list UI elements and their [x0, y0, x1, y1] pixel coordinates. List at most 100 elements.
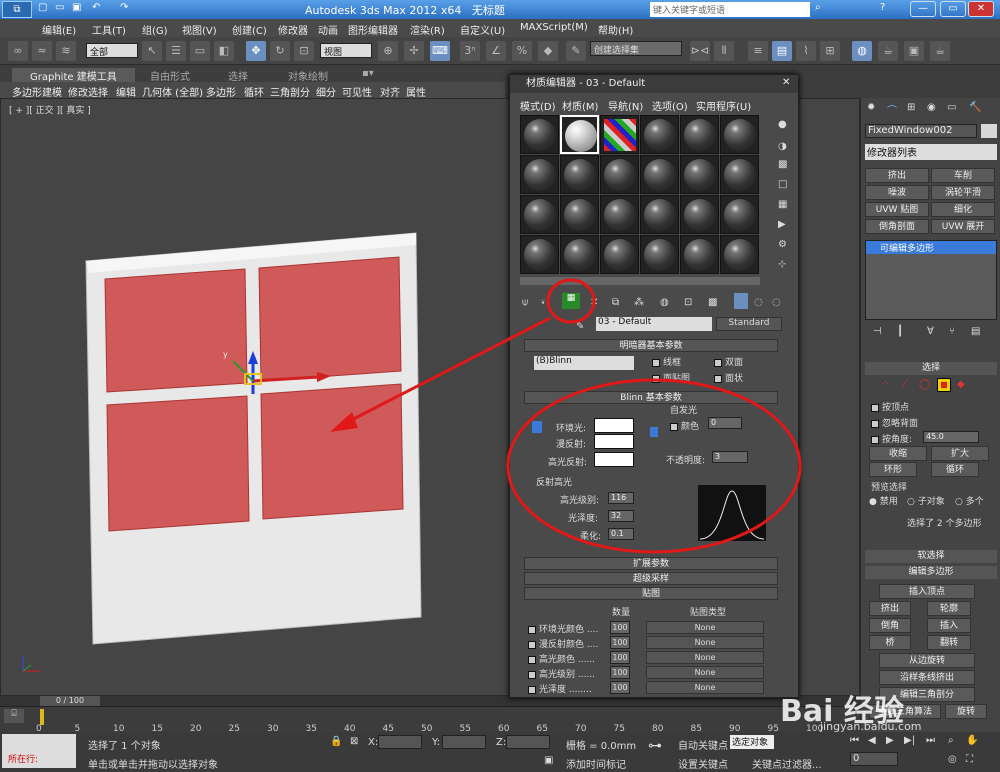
link-icon[interactable]: ∞	[8, 41, 28, 61]
reset-map-icon[interactable]: ✕	[590, 297, 598, 308]
redo-icon[interactable]: ↷	[120, 2, 128, 13]
selection-rollout-header[interactable]: 选择	[865, 362, 997, 375]
mod-unwrap-uvw-button[interactable]: UVW 展开	[931, 219, 995, 234]
show-end-result-icon[interactable]: ┃	[897, 326, 903, 337]
map-button[interactable]: None	[646, 651, 764, 664]
render-production-icon[interactable]: ☕	[930, 41, 950, 61]
unlink-icon[interactable]: ≈	[32, 41, 52, 61]
sample-slot[interactable]	[520, 155, 559, 194]
rendered-frame-icon[interactable]: ▣	[904, 41, 924, 61]
sample-slot[interactable]	[640, 115, 679, 154]
panel-visibility[interactable]: 可见性	[342, 84, 372, 99]
key-icon[interactable]: ⊶	[648, 738, 662, 754]
window-crossing-icon[interactable]: ◧	[214, 41, 234, 61]
tab-object-paint[interactable]: 对象绘制	[288, 68, 328, 83]
auto-key-button[interactable]: 自动关键点	[678, 737, 728, 752]
selected-dropdown[interactable]: 选定对象	[730, 735, 774, 749]
prev-frame-icon[interactable]: ◀	[868, 735, 876, 746]
make-copy-icon[interactable]: ⧉	[612, 297, 619, 308]
me-menu-navigation[interactable]: 导航(N)	[608, 98, 643, 113]
sample-slot[interactable]	[560, 195, 599, 234]
material-editor-icon[interactable]: ◍	[852, 41, 872, 61]
rect-selection-icon[interactable]: ▭	[190, 41, 210, 61]
show-map-icon[interactable]: ▩	[708, 297, 717, 308]
mod-bevel-profile-button[interactable]: 倒角剖面	[865, 219, 929, 234]
video-color-icon[interactable]: ▦	[778, 199, 787, 210]
panel-modify-selection[interactable]: 修改选择	[68, 84, 108, 99]
hierarchy-tab-icon[interactable]: ⊞	[907, 102, 915, 113]
map-button[interactable]: None	[646, 681, 764, 694]
grow-button[interactable]: 扩大	[931, 446, 989, 461]
keyboard-shortcut-icon[interactable]: ⌨	[430, 41, 450, 61]
sample-slot[interactable]	[680, 195, 719, 234]
app-logo-icon[interactable]: ⧉	[2, 1, 32, 18]
y-coord-input[interactable]	[442, 735, 486, 749]
face-map-checkbox[interactable]: 面贴图	[652, 371, 690, 384]
pan-icon[interactable]: ✋	[966, 735, 978, 746]
material-type-button[interactable]: Standard	[716, 317, 782, 331]
modify-tab-icon[interactable]: ⌒	[887, 102, 897, 117]
menu-tools[interactable]: 工具(T)	[92, 22, 126, 37]
lock-icon[interactable]: 🔒	[330, 736, 342, 747]
rotate-icon[interactable]: ↻	[270, 41, 290, 61]
percent-snap-icon[interactable]: %	[512, 41, 532, 61]
flip-button[interactable]: 翻转	[927, 635, 971, 650]
select-by-material-icon[interactable]: ⊹	[778, 259, 786, 270]
sample-slot[interactable]	[520, 195, 559, 234]
opacity-spinner[interactable]: 3	[712, 451, 748, 463]
orbit-icon[interactable]: ◎	[948, 754, 957, 765]
mod-extrude-button[interactable]: 挤出	[865, 168, 929, 183]
quick-save-icon[interactable]: ▣	[72, 2, 81, 13]
mod-lathe-button[interactable]: 车削	[931, 168, 995, 183]
sample-type-icon[interactable]: ●	[778, 119, 787, 130]
edit-named-sel-icon[interactable]: ✎	[566, 41, 586, 61]
zoom-icon[interactable]: ⌕	[948, 735, 954, 746]
sample-slot[interactable]	[520, 115, 559, 154]
mod-noise-button[interactable]: 噪波	[865, 185, 929, 200]
mod-tessellate-button[interactable]: 细化	[931, 202, 995, 217]
diffuse-color-swatch[interactable]	[594, 434, 634, 449]
preview-multi-radio[interactable]: ○ 多个	[955, 494, 984, 507]
object-name-field[interactable]: FixedWindow002	[865, 124, 977, 138]
scale-icon[interactable]: ⊡	[294, 41, 314, 61]
undo-icon[interactable]: ↶	[92, 2, 100, 13]
time-tag-icon[interactable]: ▣	[544, 755, 553, 766]
sample-uv-icon[interactable]: □	[778, 179, 787, 190]
make-unique-mat-icon[interactable]: ⁂	[634, 297, 644, 308]
search-input[interactable]: 键入关键字或短语	[650, 2, 810, 17]
curve-editor-icon[interactable]: ⌇	[796, 41, 816, 61]
pin-stack-icon[interactable]: ⊣	[873, 326, 882, 337]
go-end-icon[interactable]: ⏭	[926, 735, 935, 746]
menu-edit[interactable]: 编辑(E)	[42, 22, 76, 37]
minimize-button[interactable]: —	[910, 1, 936, 17]
quick-new-icon[interactable]: ▢	[38, 2, 47, 13]
supersampling-header[interactable]: 超级采样	[524, 572, 778, 585]
polygon-subobj-icon[interactable]	[937, 378, 951, 392]
angle-snap-icon[interactable]: ∠	[486, 41, 506, 61]
sample-slot[interactable]	[680, 155, 719, 194]
close-button[interactable]: ✕	[968, 1, 994, 17]
sample-slot[interactable]	[680, 115, 719, 154]
go-sibling-icon[interactable]: ◌	[772, 297, 781, 308]
backlight-icon[interactable]: ◑	[778, 141, 787, 152]
ring-button[interactable]: 环形	[869, 462, 917, 477]
preview-disabled-radio[interactable]: ● 禁用	[869, 494, 898, 507]
ignore-backface-checkbox[interactable]: 忽略背面	[871, 416, 918, 429]
stack-item[interactable]: 可编辑多边形	[866, 241, 996, 254]
motion-tab-icon[interactable]: ◉	[927, 102, 936, 113]
sample-slot[interactable]	[720, 195, 759, 234]
element-subobj-icon[interactable]: ◆	[957, 379, 965, 390]
angle-spinner[interactable]: 45.0	[923, 431, 979, 443]
extended-params-header[interactable]: 扩展参数	[524, 557, 778, 570]
edit-polygons-header[interactable]: 编辑多边形	[865, 566, 997, 579]
blinn-basic-header[interactable]: Blinn 基本参数	[524, 391, 778, 404]
mini-curve-icon[interactable]: ⌸	[4, 709, 24, 723]
panel-subdivision[interactable]: 细分	[316, 84, 336, 99]
selection-filter-dropdown[interactable]: 全部	[86, 43, 138, 58]
two-sided-checkbox[interactable]: 双面	[714, 355, 743, 368]
mat-effects-channel-icon[interactable]: ⊡	[684, 297, 692, 308]
maps-header[interactable]: 贴图	[524, 587, 778, 600]
utilities-tab-icon[interactable]: 🔨	[969, 102, 981, 113]
graphite-toggle-icon[interactable]: ▤	[772, 41, 792, 61]
menu-help[interactable]: 帮助(H)	[598, 22, 633, 37]
